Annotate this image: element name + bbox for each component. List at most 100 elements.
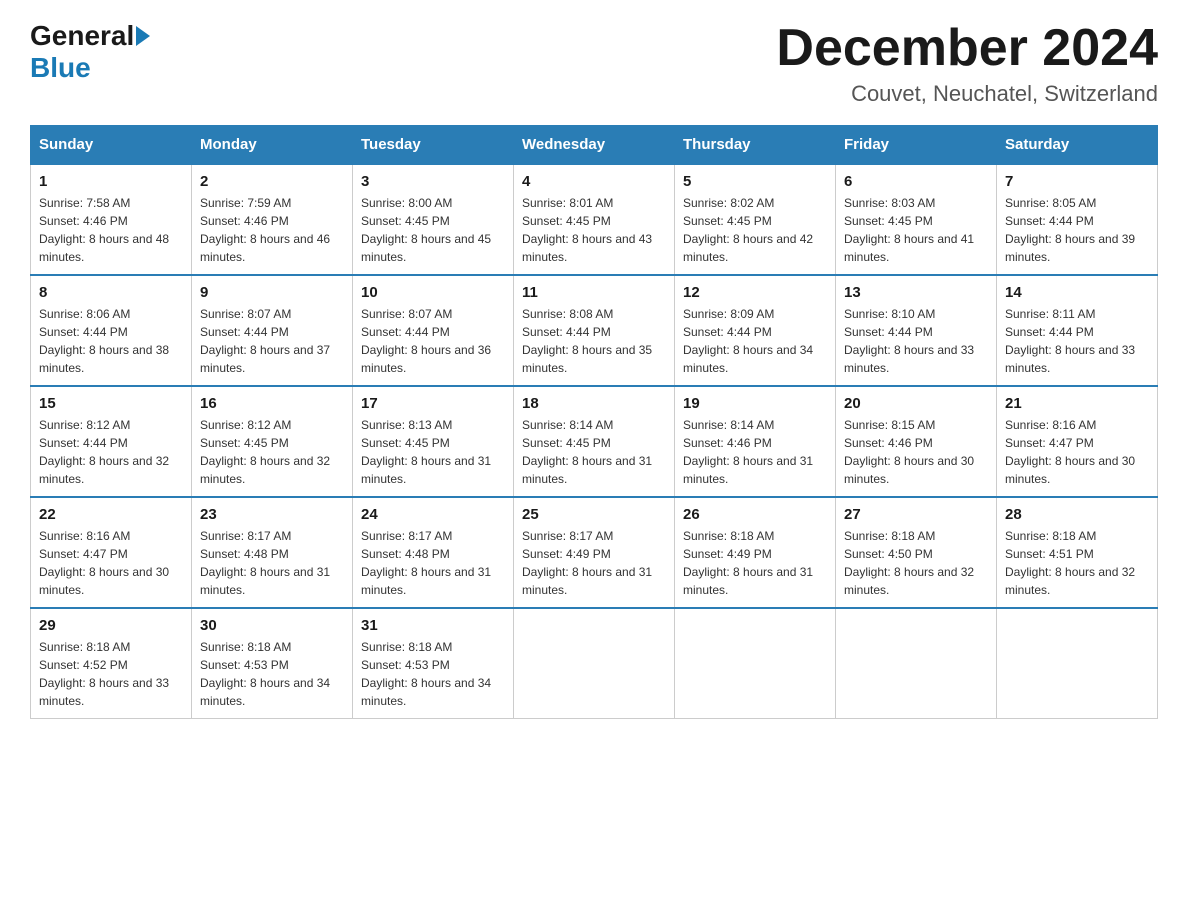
- table-row: 6 Sunrise: 8:03 AMSunset: 4:45 PMDayligh…: [836, 164, 997, 275]
- day-info: Sunrise: 8:15 AMSunset: 4:46 PMDaylight:…: [844, 418, 974, 486]
- table-row: 10 Sunrise: 8:07 AMSunset: 4:44 PMDaylig…: [353, 275, 514, 386]
- logo-arrow-icon: [136, 26, 150, 46]
- day-number: 2: [200, 173, 344, 190]
- day-info: Sunrise: 8:05 AMSunset: 4:44 PMDaylight:…: [1005, 196, 1135, 264]
- day-info: Sunrise: 8:18 AMSunset: 4:49 PMDaylight:…: [683, 529, 813, 597]
- table-row: 8 Sunrise: 8:06 AMSunset: 4:44 PMDayligh…: [31, 275, 192, 386]
- day-info: Sunrise: 8:18 AMSunset: 4:52 PMDaylight:…: [39, 640, 169, 708]
- day-number: 20: [844, 395, 988, 412]
- day-number: 13: [844, 284, 988, 301]
- week-row-3: 15 Sunrise: 8:12 AMSunset: 4:44 PMDaylig…: [31, 386, 1158, 497]
- location-subtitle: Couvet, Neuchatel, Switzerland: [776, 81, 1158, 107]
- table-row: 18 Sunrise: 8:14 AMSunset: 4:45 PMDaylig…: [514, 386, 675, 497]
- header-monday: Monday: [192, 126, 353, 165]
- day-number: 26: [683, 506, 827, 523]
- table-row: 26 Sunrise: 8:18 AMSunset: 4:49 PMDaylig…: [675, 497, 836, 608]
- header-wednesday: Wednesday: [514, 126, 675, 165]
- day-number: 27: [844, 506, 988, 523]
- day-number: 25: [522, 506, 666, 523]
- week-row-2: 8 Sunrise: 8:06 AMSunset: 4:44 PMDayligh…: [31, 275, 1158, 386]
- week-row-5: 29 Sunrise: 8:18 AMSunset: 4:52 PMDaylig…: [31, 608, 1158, 719]
- table-row: 7 Sunrise: 8:05 AMSunset: 4:44 PMDayligh…: [997, 164, 1158, 275]
- day-info: Sunrise: 8:12 AMSunset: 4:44 PMDaylight:…: [39, 418, 169, 486]
- table-row: 23 Sunrise: 8:17 AMSunset: 4:48 PMDaylig…: [192, 497, 353, 608]
- day-info: Sunrise: 8:16 AMSunset: 4:47 PMDaylight:…: [39, 529, 169, 597]
- table-row: 14 Sunrise: 8:11 AMSunset: 4:44 PMDaylig…: [997, 275, 1158, 386]
- day-number: 8: [39, 284, 183, 301]
- day-number: 17: [361, 395, 505, 412]
- day-number: 3: [361, 173, 505, 190]
- day-info: Sunrise: 8:18 AMSunset: 4:53 PMDaylight:…: [200, 640, 330, 708]
- day-number: 11: [522, 284, 666, 301]
- day-info: Sunrise: 8:02 AMSunset: 4:45 PMDaylight:…: [683, 196, 813, 264]
- day-info: Sunrise: 8:14 AMSunset: 4:45 PMDaylight:…: [522, 418, 652, 486]
- day-info: Sunrise: 8:09 AMSunset: 4:44 PMDaylight:…: [683, 307, 813, 375]
- day-info: Sunrise: 8:18 AMSunset: 4:53 PMDaylight:…: [361, 640, 491, 708]
- table-row: 3 Sunrise: 8:00 AMSunset: 4:45 PMDayligh…: [353, 164, 514, 275]
- day-number: 15: [39, 395, 183, 412]
- day-number: 6: [844, 173, 988, 190]
- table-row: 31 Sunrise: 8:18 AMSunset: 4:53 PMDaylig…: [353, 608, 514, 719]
- day-number: 18: [522, 395, 666, 412]
- day-info: Sunrise: 8:12 AMSunset: 4:45 PMDaylight:…: [200, 418, 330, 486]
- table-row: 21 Sunrise: 8:16 AMSunset: 4:47 PMDaylig…: [997, 386, 1158, 497]
- day-number: 16: [200, 395, 344, 412]
- day-info: Sunrise: 8:16 AMSunset: 4:47 PMDaylight:…: [1005, 418, 1135, 486]
- day-info: Sunrise: 8:07 AMSunset: 4:44 PMDaylight:…: [200, 307, 330, 375]
- day-number: 7: [1005, 173, 1149, 190]
- day-info: Sunrise: 8:13 AMSunset: 4:45 PMDaylight:…: [361, 418, 491, 486]
- table-row: 30 Sunrise: 8:18 AMSunset: 4:53 PMDaylig…: [192, 608, 353, 719]
- header-sunday: Sunday: [31, 126, 192, 165]
- table-row: 29 Sunrise: 8:18 AMSunset: 4:52 PMDaylig…: [31, 608, 192, 719]
- day-info: Sunrise: 8:18 AMSunset: 4:51 PMDaylight:…: [1005, 529, 1135, 597]
- table-row: [514, 608, 675, 719]
- week-row-4: 22 Sunrise: 8:16 AMSunset: 4:47 PMDaylig…: [31, 497, 1158, 608]
- day-info: Sunrise: 8:10 AMSunset: 4:44 PMDaylight:…: [844, 307, 974, 375]
- day-number: 22: [39, 506, 183, 523]
- day-info: Sunrise: 8:14 AMSunset: 4:46 PMDaylight:…: [683, 418, 813, 486]
- month-title: December 2024: [776, 20, 1158, 77]
- day-info: Sunrise: 8:17 AMSunset: 4:49 PMDaylight:…: [522, 529, 652, 597]
- day-info: Sunrise: 8:11 AMSunset: 4:44 PMDaylight:…: [1005, 307, 1135, 375]
- table-row: 20 Sunrise: 8:15 AMSunset: 4:46 PMDaylig…: [836, 386, 997, 497]
- day-info: Sunrise: 8:01 AMSunset: 4:45 PMDaylight:…: [522, 196, 652, 264]
- table-row: 2 Sunrise: 7:59 AMSunset: 4:46 PMDayligh…: [192, 164, 353, 275]
- header-saturday: Saturday: [997, 126, 1158, 165]
- day-number: 23: [200, 506, 344, 523]
- table-row: [675, 608, 836, 719]
- header-tuesday: Tuesday: [353, 126, 514, 165]
- logo: General Blue: [30, 20, 152, 84]
- table-row: 22 Sunrise: 8:16 AMSunset: 4:47 PMDaylig…: [31, 497, 192, 608]
- weekday-header-row: Sunday Monday Tuesday Wednesday Thursday…: [31, 126, 1158, 165]
- day-info: Sunrise: 8:00 AMSunset: 4:45 PMDaylight:…: [361, 196, 491, 264]
- table-row: 9 Sunrise: 8:07 AMSunset: 4:44 PMDayligh…: [192, 275, 353, 386]
- day-number: 10: [361, 284, 505, 301]
- table-row: 16 Sunrise: 8:12 AMSunset: 4:45 PMDaylig…: [192, 386, 353, 497]
- day-info: Sunrise: 8:18 AMSunset: 4:50 PMDaylight:…: [844, 529, 974, 597]
- day-number: 24: [361, 506, 505, 523]
- day-number: 19: [683, 395, 827, 412]
- table-row: 27 Sunrise: 8:18 AMSunset: 4:50 PMDaylig…: [836, 497, 997, 608]
- table-row: 15 Sunrise: 8:12 AMSunset: 4:44 PMDaylig…: [31, 386, 192, 497]
- day-number: 14: [1005, 284, 1149, 301]
- table-row: 19 Sunrise: 8:14 AMSunset: 4:46 PMDaylig…: [675, 386, 836, 497]
- table-row: 13 Sunrise: 8:10 AMSunset: 4:44 PMDaylig…: [836, 275, 997, 386]
- day-info: Sunrise: 8:17 AMSunset: 4:48 PMDaylight:…: [200, 529, 330, 597]
- table-row: 11 Sunrise: 8:08 AMSunset: 4:44 PMDaylig…: [514, 275, 675, 386]
- table-row: 5 Sunrise: 8:02 AMSunset: 4:45 PMDayligh…: [675, 164, 836, 275]
- day-number: 1: [39, 173, 183, 190]
- day-info: Sunrise: 8:06 AMSunset: 4:44 PMDaylight:…: [39, 307, 169, 375]
- day-info: Sunrise: 8:07 AMSunset: 4:44 PMDaylight:…: [361, 307, 491, 375]
- table-row: 24 Sunrise: 8:17 AMSunset: 4:48 PMDaylig…: [353, 497, 514, 608]
- table-row: [836, 608, 997, 719]
- day-number: 9: [200, 284, 344, 301]
- day-info: Sunrise: 8:03 AMSunset: 4:45 PMDaylight:…: [844, 196, 974, 264]
- day-number: 5: [683, 173, 827, 190]
- table-row: [997, 608, 1158, 719]
- day-number: 31: [361, 617, 505, 634]
- logo-general-text: General: [30, 20, 134, 52]
- day-info: Sunrise: 8:08 AMSunset: 4:44 PMDaylight:…: [522, 307, 652, 375]
- table-row: 17 Sunrise: 8:13 AMSunset: 4:45 PMDaylig…: [353, 386, 514, 497]
- header-friday: Friday: [836, 126, 997, 165]
- table-row: 4 Sunrise: 8:01 AMSunset: 4:45 PMDayligh…: [514, 164, 675, 275]
